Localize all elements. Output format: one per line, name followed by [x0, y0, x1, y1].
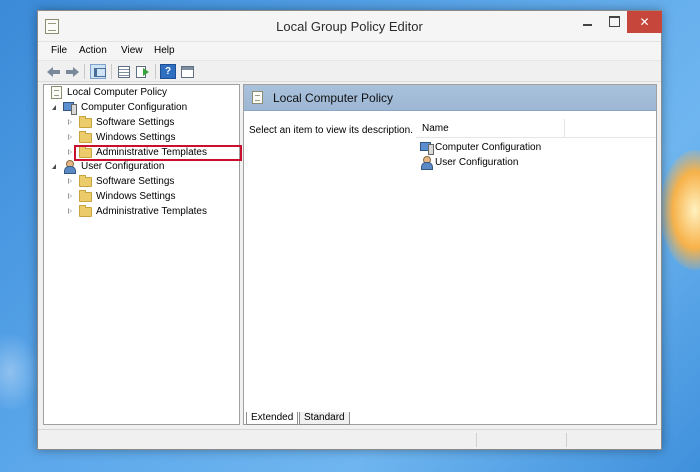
collapsed-arrow-icon[interactable]: [68, 208, 72, 214]
view-icon[interactable]: [179, 64, 195, 79]
console-tree[interactable]: Local Computer Policy Computer Configura…: [43, 84, 242, 425]
menu-file[interactable]: File: [51, 45, 67, 56]
view-tabs: Extended Standard: [244, 412, 656, 426]
expanded-arrow-icon[interactable]: [52, 105, 56, 110]
toolbar: ?: [38, 60, 661, 82]
window-title: Local Group Policy Editor: [276, 19, 423, 34]
tree-item-label: User Configuration: [81, 161, 165, 172]
menu-help[interactable]: Help: [154, 45, 175, 56]
collapsed-arrow-icon[interactable]: [68, 178, 72, 184]
name-column-header[interactable]: Name: [416, 119, 656, 138]
details-title: Local Computer Policy: [273, 91, 394, 105]
tree-item-label: Administrative Templates: [96, 206, 207, 217]
tree-item-label: Windows Settings: [96, 191, 176, 202]
collapsed-arrow-icon[interactable]: [68, 149, 72, 155]
minimize-button[interactable]: [575, 11, 601, 33]
user-icon: [63, 160, 76, 174]
menu-bar: File Action View Help: [38, 42, 661, 60]
policy-document-icon: [51, 86, 62, 99]
computer-icon: [420, 142, 434, 155]
forward-arrow-icon[interactable]: [64, 64, 80, 79]
toolbar-separator: [111, 64, 112, 79]
tree-item-label: Local Computer Policy: [67, 87, 168, 98]
collapsed-arrow-icon[interactable]: [68, 134, 72, 140]
folder-icon: [79, 205, 92, 217]
close-button[interactable]: ✕: [627, 11, 662, 33]
highlight-annotation-box: [74, 145, 242, 161]
menu-action[interactable]: Action: [79, 45, 107, 56]
list-item-label: User Configuration: [435, 157, 519, 168]
details-header: Local Computer Policy: [244, 85, 656, 111]
column-header-label: Name: [422, 123, 449, 134]
expanded-arrow-icon[interactable]: [52, 164, 56, 169]
collapsed-arrow-icon[interactable]: [68, 119, 72, 125]
details-pane: Local Computer Policy Select an item to …: [243, 84, 657, 425]
desktop-glow-left: [0, 332, 40, 412]
computer-icon: [63, 102, 77, 115]
user-icon: [420, 156, 433, 170]
folder-icon: [79, 190, 92, 202]
desktop-glow: [660, 150, 700, 270]
show-hide-tree-icon[interactable]: [90, 64, 106, 79]
folder-icon: [79, 175, 92, 187]
folder-icon: [79, 116, 92, 128]
status-segment: [566, 433, 656, 447]
status-segment: [476, 433, 566, 447]
tree-item-label: Software Settings: [96, 176, 175, 187]
tree-item-label: Software Settings: [96, 117, 175, 128]
tree-item-label: Windows Settings: [96, 132, 176, 143]
policy-document-icon: [252, 91, 263, 104]
description-text: Select an item to view its description.: [249, 125, 413, 136]
list-item-label: Computer Configuration: [435, 142, 542, 153]
back-arrow-icon[interactable]: [46, 64, 62, 79]
toolbar-separator: [84, 64, 85, 79]
menu-view[interactable]: View: [121, 45, 143, 56]
folder-icon: [79, 131, 92, 143]
item-list[interactable]: Name Computer Configuration User Configu…: [416, 119, 656, 389]
maximize-button[interactable]: [601, 11, 627, 33]
tab-extended[interactable]: Extended: [246, 412, 299, 425]
status-bar: [38, 429, 661, 449]
export-list-icon[interactable]: [135, 64, 151, 79]
tree-item-label: Computer Configuration: [81, 102, 188, 113]
tab-standard[interactable]: Standard: [299, 412, 350, 425]
gpedit-window: Local Group Policy Editor ✕ File Action …: [37, 10, 662, 450]
help-icon[interactable]: ?: [160, 64, 176, 79]
toolbar-separator: [155, 64, 156, 79]
column-separator[interactable]: [564, 119, 565, 138]
collapsed-arrow-icon[interactable]: [68, 193, 72, 199]
properties-icon[interactable]: [116, 64, 132, 79]
title-bar[interactable]: Local Group Policy Editor ✕: [38, 11, 662, 42]
